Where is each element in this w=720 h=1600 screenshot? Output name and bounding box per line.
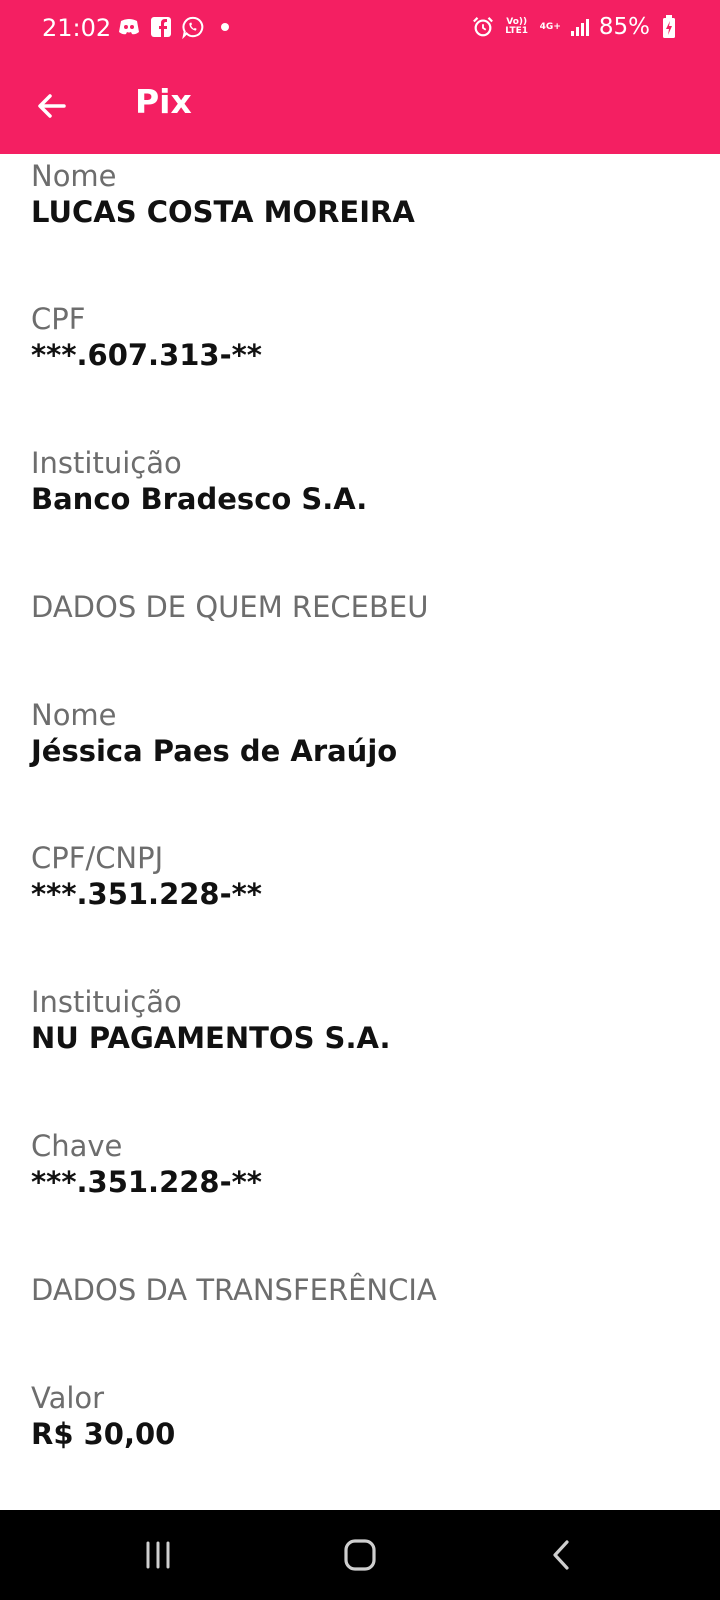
field-value: Banco Bradesco S.A. xyxy=(31,482,368,516)
field-label: Nome xyxy=(31,698,117,732)
page-title: Pix xyxy=(135,82,192,121)
field-value: ***.351.228-** xyxy=(31,1165,262,1199)
nav-back-button[interactable] xyxy=(532,1530,592,1580)
receiver-institution-field: Instituição NU PAGAMENTOS S.A. xyxy=(31,984,390,1056)
home-button[interactable] xyxy=(330,1530,390,1580)
app-bar: Pix xyxy=(0,62,720,154)
recent-apps-button[interactable] xyxy=(128,1530,188,1580)
status-time: 21:02 xyxy=(42,14,112,42)
status-right: Vo)) LTE1 4G+ 85% xyxy=(472,14,680,40)
alarm-icon xyxy=(472,16,494,38)
discord-icon xyxy=(118,16,140,38)
payer-institution-field: Instituição Banco Bradesco S.A. xyxy=(31,445,367,517)
recent-apps-icon xyxy=(146,1541,170,1569)
payer-name-field: Nome LUCAS COSTA MOREIRA xyxy=(31,158,415,230)
battery-percent: 85% xyxy=(598,14,650,40)
field-label: CPF xyxy=(31,302,86,336)
field-label: CPF/CNPJ xyxy=(31,841,164,875)
back-icon xyxy=(553,1540,569,1570)
field-value: ***.607.313-** xyxy=(31,338,262,372)
status-bar: 21:02 Vo)) LTE1 4G+ 85% xyxy=(0,0,720,62)
section-title-transfer: DADOS DA TRANSFERÊNCIA xyxy=(31,1273,437,1307)
field-label: Chave xyxy=(31,1129,123,1163)
system-nav-bar xyxy=(0,1510,720,1600)
field-label: Instituição xyxy=(31,985,182,1019)
volte-indicator: Vo)) LTE1 xyxy=(505,17,529,36)
home-icon xyxy=(344,1539,376,1571)
signal-icon xyxy=(569,16,591,38)
receiver-name-field: Nome Jéssica Paes de Araújo xyxy=(31,697,397,769)
arrow-left-icon xyxy=(38,94,66,118)
battery-charging-icon xyxy=(658,15,680,38)
receiver-doc-field: CPF/CNPJ ***.351.228-** xyxy=(31,840,262,912)
network-type: 4G+ xyxy=(539,21,561,32)
whatsapp-icon xyxy=(182,16,204,39)
field-value: ***.351.228-** xyxy=(31,877,262,911)
status-left-icons xyxy=(118,16,236,39)
back-button[interactable] xyxy=(30,84,74,128)
transfer-amount-field: Valor R$ 30,00 xyxy=(31,1380,175,1452)
receiver-key-field: Chave ***.351.228-** xyxy=(31,1128,262,1200)
receipt-details[interactable]: Nome LUCAS COSTA MOREIRA CPF ***.607.313… xyxy=(0,154,720,1510)
payer-cpf-field: CPF ***.607.313-** xyxy=(31,301,262,373)
field-value: R$ 30,00 xyxy=(31,1417,176,1451)
field-value: Jéssica Paes de Araújo xyxy=(31,734,398,768)
facebook-icon xyxy=(150,16,172,38)
section-title-receiver: DADOS DE QUEM RECEBEU xyxy=(31,590,429,624)
field-value: NU PAGAMENTOS S.A. xyxy=(31,1021,391,1055)
field-label: Instituição xyxy=(31,446,182,480)
field-label: Valor xyxy=(31,1381,105,1415)
notification-dot-icon xyxy=(214,16,236,38)
field-label: Nome xyxy=(31,159,117,193)
field-value: LUCAS COSTA MOREIRA xyxy=(31,195,415,229)
